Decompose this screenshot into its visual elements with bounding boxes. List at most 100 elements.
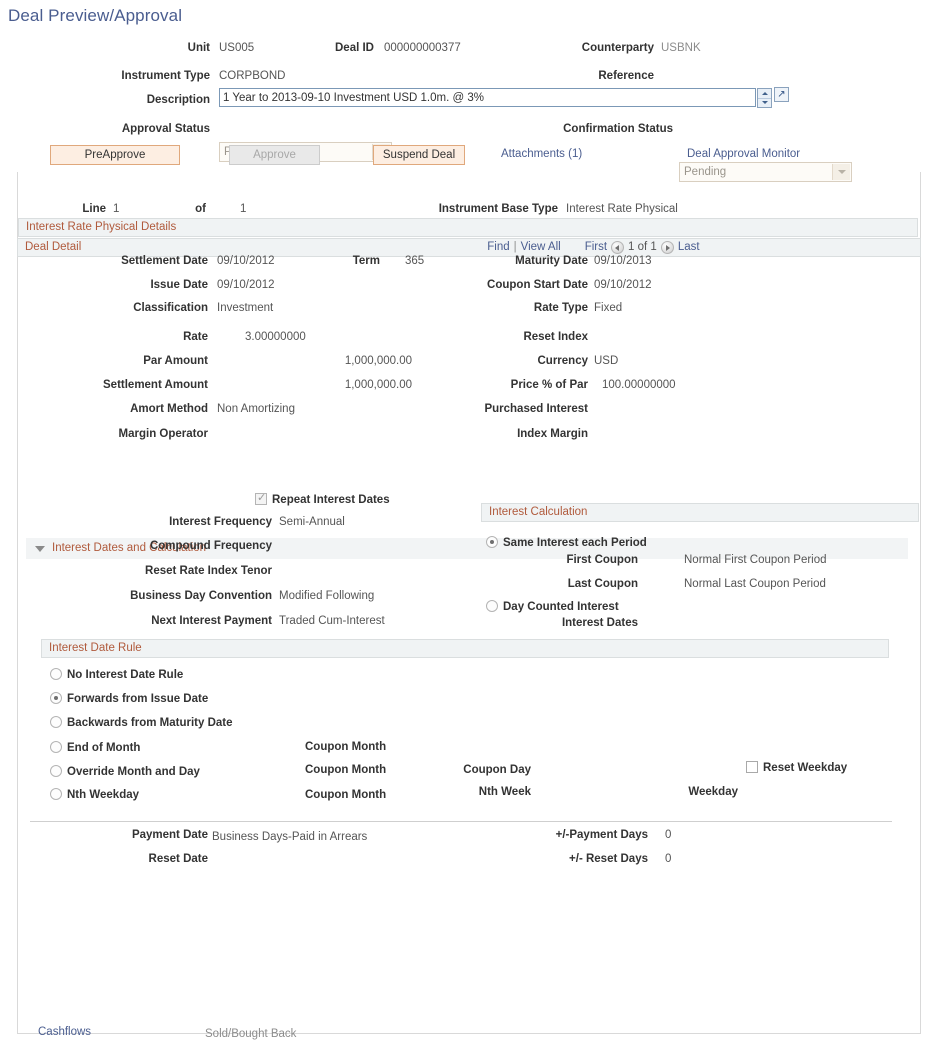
amort-method-label: Amort Method <box>130 403 208 415</box>
last-coupon-value: Normal Last Coupon Period <box>684 578 826 590</box>
collapse-triangle-icon[interactable] <box>35 546 45 552</box>
interest-date-rule-option-3[interactable]: End of Month <box>50 740 140 754</box>
find-viewall-divider: | <box>513 241 517 253</box>
rate-label: Rate <box>183 331 208 343</box>
amort-method-value: Non Amortizing <box>217 403 295 415</box>
radio-override-month-and-day[interactable] <box>50 765 62 777</box>
view-all-link[interactable]: View All <box>521 239 561 256</box>
reset-days-value: 0 <box>665 853 672 865</box>
radio-nth-weekday[interactable] <box>50 788 62 800</box>
term-label: Term <box>352 255 380 267</box>
same-interest-label: Same Interest each Period <box>503 537 647 549</box>
day-counted-radio-row[interactable]: Day Counted Interest <box>486 599 619 613</box>
issue-date-value: 09/10/2012 <box>217 279 275 291</box>
deal-id-label: Deal ID <box>335 42 374 54</box>
option-label: No Interest Date Rule <box>67 669 184 681</box>
find-link[interactable]: Find <box>487 239 509 256</box>
attachments-link[interactable]: Attachments (1) <box>501 148 582 160</box>
currency-value: USD <box>594 355 619 367</box>
day-counted-radio[interactable] <box>486 600 498 612</box>
rate-value: 3.00000000 <box>245 331 306 343</box>
currency-label: Currency <box>537 355 589 367</box>
radio-no-interest-date-rule[interactable] <box>50 668 62 680</box>
suspend-deal-button[interactable]: Suspend Deal <box>373 145 465 165</box>
coupon-month-1-label: Coupon Month <box>305 741 387 753</box>
spinner-up-icon[interactable] <box>758 89 771 99</box>
margin-operator-label: Margin Operator <box>118 428 208 440</box>
interest-date-rule-option-5[interactable]: Nth Weekday <box>50 787 139 801</box>
description-input[interactable] <box>219 88 756 107</box>
preapprove-button[interactable]: PreApprove <box>50 145 180 165</box>
physical-details-header: Interest Rate Physical Details <box>18 218 918 237</box>
option-label: Forwards from Issue Date <box>67 693 209 705</box>
radio-forwards-from-issue-date[interactable] <box>50 692 62 704</box>
rate-type-label: Rate Type <box>533 302 588 314</box>
interest-date-rule-option-0[interactable]: No Interest Date Rule <box>50 667 183 681</box>
coupon-start-date-value: 09/10/2012 <box>594 279 652 291</box>
confirmation-status-label: Confirmation Status <box>563 123 673 135</box>
deal-detail-title: Deal Detail <box>25 241 82 253</box>
repeat-interest-dates-label: Repeat Interest Dates <box>272 494 390 506</box>
settlement-amount-value: 1,000,000.00 <box>344 379 412 391</box>
instrument-base-type-label: Instrument Base Type <box>438 203 558 215</box>
term-value: 365 <box>405 255 425 267</box>
deal-approval-monitor-link[interactable]: Deal Approval Monitor <box>687 148 800 160</box>
interest-date-rule-option-1[interactable]: Forwards from Issue Date <box>50 691 208 705</box>
row-counter: 1 of 1 <box>628 241 657 253</box>
reset-weekday-row[interactable]: Reset Weekday <box>746 760 847 774</box>
first-coupon-label: First Coupon <box>566 554 638 566</box>
reset-weekday-checkbox[interactable] <box>746 761 758 773</box>
page-title: Deal Preview/Approval <box>8 6 183 25</box>
approve-button: Approve <box>229 145 320 165</box>
option-label: Nth Weekday <box>67 789 140 801</box>
reset-index-label: Reset Index <box>523 331 588 343</box>
option-label: Override Month and Day <box>67 766 200 778</box>
reset-days-label: +/- Reset Days <box>569 853 648 865</box>
line-label: Line <box>82 203 106 215</box>
radio-backwards-from-maturity-date[interactable] <box>50 716 62 728</box>
repeat-interest-dates-checkbox[interactable] <box>255 491 267 505</box>
interest-date-rule-option-2[interactable]: Backwards from Maturity Date <box>50 715 233 729</box>
same-interest-radio-row[interactable]: Same Interest each Period <box>486 535 647 549</box>
instrument-base-type-value: Interest Rate Physical <box>566 203 678 215</box>
first-coupon-value: Normal First Coupon Period <box>684 554 827 566</box>
option-label: Backwards from Maturity Date <box>67 717 233 729</box>
expand-field-icon[interactable]: ↗ <box>774 87 789 102</box>
option-label: End of Month <box>67 742 141 754</box>
repeat-interest-dates-row[interactable]: Repeat Interest Dates <box>255 491 390 506</box>
cashflows-link[interactable]: Cashflows <box>38 1026 91 1038</box>
payment-date-label: Payment Date <box>131 829 208 841</box>
payment-date-value: Business Days-Paid in Arrears <box>212 831 368 843</box>
approval-status-label: Approval Status <box>121 123 210 135</box>
same-interest-radio[interactable] <box>486 536 498 548</box>
spinner-down-icon[interactable] <box>758 99 771 108</box>
price-pct-par-value: 100.00000000 <box>602 379 676 391</box>
counterparty-value: USBNK <box>661 42 701 54</box>
reset-weekday-label: Reset Weekday <box>763 762 848 774</box>
weekday-label: Weekday <box>688 786 738 798</box>
last-link[interactable]: Last <box>678 239 700 256</box>
deal-id-value: 000000000377 <box>384 42 461 54</box>
instrument-type-value: CORPBOND <box>219 70 286 82</box>
next-row-icon[interactable] <box>660 241 674 254</box>
radio-end-of-month[interactable] <box>50 741 62 753</box>
of-label: of <box>195 203 206 215</box>
index-margin-label: Index Margin <box>517 428 588 440</box>
description-spinner[interactable] <box>757 88 772 108</box>
next-interest-payment-value: Traded Cum-Interest <box>279 615 385 627</box>
first-link[interactable]: First <box>585 239 607 256</box>
sold-bought-back-label: Sold/Bought Back <box>205 1028 297 1040</box>
interest-date-rule-option-4[interactable]: Override Month and Day <box>50 764 200 778</box>
rate-type-value: Fixed <box>594 302 623 314</box>
business-day-convention-value: Modified Following <box>279 590 375 602</box>
last-coupon-label: Last Coupon <box>567 578 638 590</box>
previous-row-icon[interactable] <box>611 241 625 254</box>
instrument-type-label: Instrument Type <box>121 70 210 82</box>
unit-label: Unit <box>187 42 210 54</box>
settlement-date-value: 09/10/2012 <box>217 255 275 267</box>
coupon-month-2-label: Coupon Month <box>305 764 387 776</box>
reference-label: Reference <box>598 70 654 82</box>
interest-calculation-header: Interest Calculation <box>481 503 919 522</box>
counterparty-label: Counterparty <box>581 42 654 54</box>
reset-date-label: Reset Date <box>148 853 208 865</box>
